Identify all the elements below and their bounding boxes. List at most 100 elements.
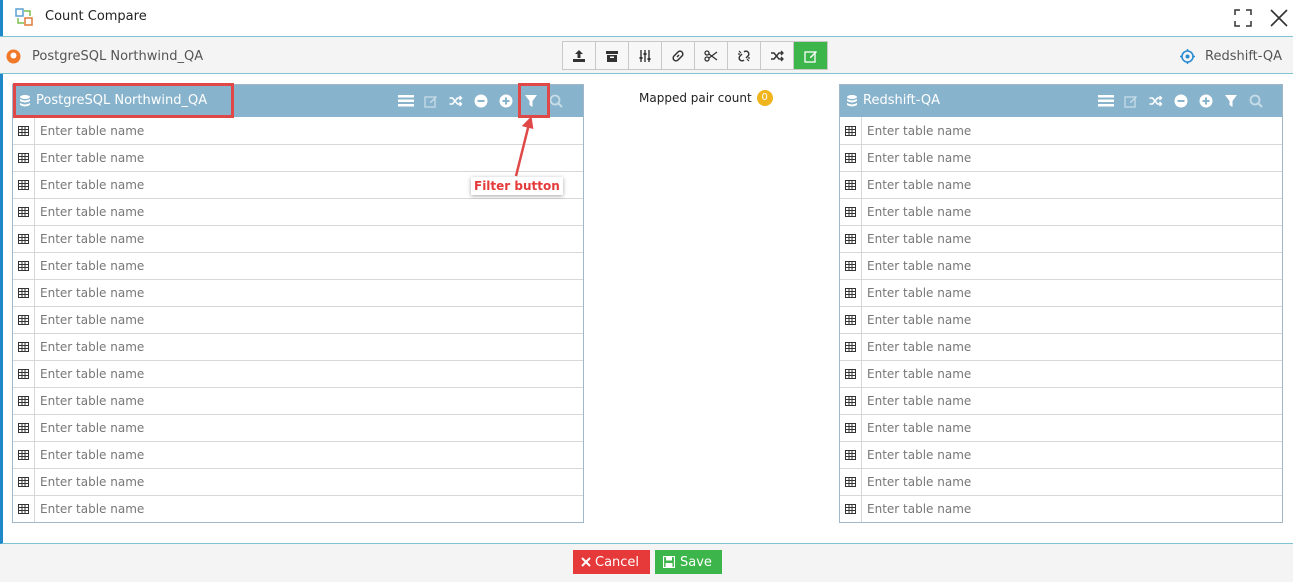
table-name-input[interactable] (862, 280, 1282, 306)
edit-icon (423, 96, 437, 108)
list-button[interactable] (393, 91, 418, 111)
shuffle-table-button[interactable] (1143, 91, 1168, 111)
table-name-input[interactable] (862, 253, 1282, 279)
table-name-input[interactable] (35, 469, 583, 495)
edit-button[interactable] (794, 42, 827, 69)
table-icon (840, 307, 862, 333)
table-name-input[interactable] (35, 199, 583, 225)
filter-button[interactable] (518, 91, 543, 111)
table-name-input[interactable] (862, 307, 1282, 333)
add-table-button[interactable] (493, 91, 518, 111)
postgres-icon (6, 49, 21, 64)
table-name-input[interactable] (35, 496, 583, 522)
search-button[interactable] (543, 91, 568, 111)
table-name-input[interactable] (862, 388, 1282, 414)
shuffle-table-button[interactable] (443, 91, 468, 111)
table-name-input[interactable] (862, 442, 1282, 468)
table-name-input[interactable] (862, 199, 1282, 225)
table-row (840, 144, 1282, 171)
link-icon (672, 49, 684, 62)
table-name-input[interactable] (862, 334, 1282, 360)
target-panel-title: Redshift-QA (863, 93, 941, 108)
table-row (13, 117, 583, 144)
table-grid-icon (845, 261, 856, 271)
table-grid-icon (845, 369, 856, 379)
shuffle-icon (1149, 95, 1163, 107)
table-row (840, 117, 1282, 144)
edit-table-button[interactable] (418, 91, 443, 111)
close-button[interactable] (1267, 6, 1291, 30)
table-name-input[interactable] (35, 361, 583, 387)
table-name-input[interactable] (35, 117, 583, 144)
table-grid-icon (18, 234, 29, 244)
tool-button-group (562, 41, 828, 70)
archive-button[interactable] (596, 42, 629, 69)
table-icon (840, 415, 862, 441)
table-icon (13, 145, 35, 171)
footer: Cancel Save (0, 544, 1293, 582)
mapped-count-badge: 0 (756, 90, 773, 106)
table-name-input[interactable] (862, 226, 1282, 252)
shuffle-button[interactable] (761, 42, 794, 69)
table-grid-icon (18, 288, 29, 298)
table-icon (13, 253, 35, 279)
table-name-input[interactable] (35, 307, 583, 333)
unlink-button[interactable] (728, 42, 761, 69)
table-name-input[interactable] (35, 442, 583, 468)
save-button[interactable]: Save (655, 550, 722, 574)
table-grid-icon (18, 261, 29, 271)
edit-table-button[interactable] (1118, 91, 1143, 111)
shuffle-icon (771, 50, 784, 61)
table-grid-icon (845, 504, 856, 514)
target-connection-label: Redshift-QA (1205, 49, 1283, 64)
table-grid-icon (18, 450, 29, 460)
table-icon (13, 415, 35, 441)
table-name-input[interactable] (862, 469, 1282, 495)
table-name-input[interactable] (35, 334, 583, 360)
table-name-input[interactable] (862, 415, 1282, 441)
table-name-input[interactable] (862, 172, 1282, 198)
table-name-input[interactable] (35, 226, 583, 252)
table-name-input[interactable] (862, 145, 1282, 171)
cancel-button[interactable]: Cancel (573, 550, 650, 574)
remove-table-button[interactable] (1168, 91, 1193, 111)
link-button[interactable] (662, 42, 695, 69)
target-table-list (840, 117, 1282, 522)
search-icon (549, 94, 563, 108)
maximize-button[interactable] (1231, 6, 1255, 30)
remove-table-button[interactable] (468, 91, 493, 111)
filter-button[interactable] (1218, 91, 1243, 111)
table-grid-icon (18, 369, 29, 379)
filter-icon (1224, 95, 1237, 107)
table-name-input[interactable] (35, 253, 583, 279)
upload-button[interactable] (563, 42, 596, 69)
list-button[interactable] (1093, 91, 1118, 111)
table-grid-icon (845, 423, 856, 433)
add-table-button[interactable] (1193, 91, 1218, 111)
table-row (13, 333, 583, 360)
scissors-icon (704, 49, 718, 62)
archive-icon (606, 50, 618, 62)
list-icon (397, 95, 414, 107)
table-name-input[interactable] (35, 145, 583, 171)
sliders-button[interactable] (629, 42, 662, 69)
table-row (13, 198, 583, 225)
app-logo-icon (15, 8, 33, 26)
table-icon (840, 145, 862, 171)
table-name-input[interactable] (35, 280, 583, 306)
table-grid-icon (845, 234, 856, 244)
table-name-input[interactable] (862, 361, 1282, 387)
table-icon (13, 442, 35, 468)
database-icon (20, 95, 30, 107)
table-name-input[interactable] (862, 117, 1282, 144)
table-name-input[interactable] (35, 415, 583, 441)
minus-circle-icon (474, 94, 487, 108)
table-row (13, 279, 583, 306)
cut-button[interactable] (695, 42, 728, 69)
table-name-input[interactable] (862, 496, 1282, 522)
table-row (840, 279, 1282, 306)
edit-icon (803, 50, 817, 63)
search-button[interactable] (1243, 91, 1268, 111)
table-grid-icon (18, 396, 29, 406)
table-name-input[interactable] (35, 388, 583, 414)
